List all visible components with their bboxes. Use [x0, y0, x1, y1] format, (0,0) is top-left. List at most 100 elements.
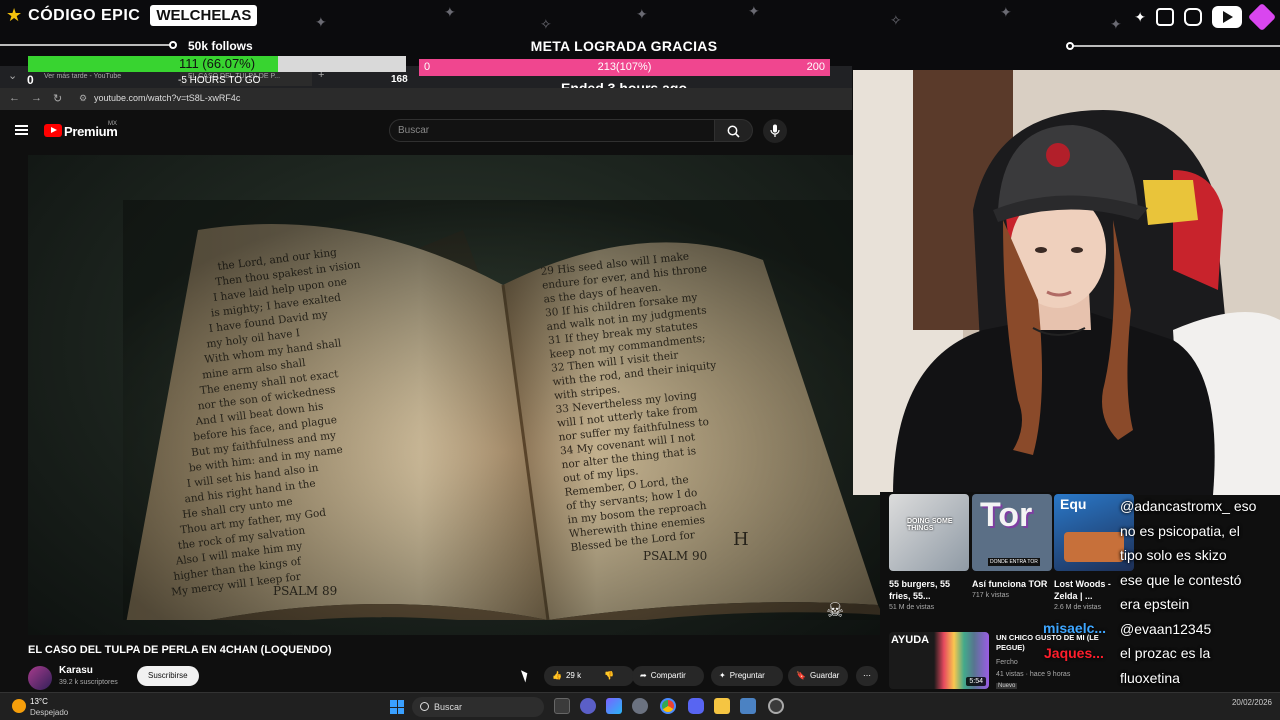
thumbnail-caption: Equ	[1060, 496, 1087, 512]
discord-icon[interactable]	[688, 698, 704, 714]
search-button[interactable]	[715, 119, 753, 142]
channel-name[interactable]: Karasu	[59, 665, 93, 676]
url-field[interactable]: youtube.com/watch?v=tS8L-xwRF4c	[94, 93, 240, 103]
share-button[interactable]: ➦ Compartir	[632, 666, 704, 686]
chat-message-line: fluoxetina	[1120, 669, 1180, 686]
reload-icon[interactable]: ↻	[53, 92, 62, 105]
divider	[1070, 45, 1280, 47]
region-label: MX	[108, 121, 117, 127]
search-input[interactable]	[390, 120, 714, 141]
video-title: EL CASO DEL TULPA DE PERLA EN 4CHAN (LOQ…	[28, 644, 332, 656]
chat-username: Jaques...	[1044, 645, 1104, 661]
site-info-icon[interactable]: ⚙	[79, 93, 87, 104]
chrome-icon[interactable]	[660, 698, 676, 714]
chat-message-line: @adancastromx_ eso	[1120, 498, 1257, 514]
chat-message-line: el prozac es la	[1120, 645, 1211, 661]
gem-icon	[1247, 2, 1277, 32]
windows-taskbar: 13°C Despejado Buscar 20/02/2026	[0, 692, 1280, 720]
instagram-icon	[1184, 8, 1202, 26]
dislike-icon[interactable]: 👎	[604, 666, 614, 686]
share-icon: ➦	[640, 671, 647, 680]
meta-goal-title: META LOGRADA GRACIAS	[530, 38, 718, 54]
sparkle-icon: ✦	[1134, 8, 1146, 25]
divider	[0, 44, 172, 46]
settings-icon[interactable]	[632, 698, 648, 714]
file-explorer-icon[interactable]	[714, 698, 730, 714]
youtube-logo-icon[interactable]	[44, 124, 62, 137]
tab-label: Ver más tarde - YouTube	[44, 73, 122, 80]
follows-progress-bar: 111 (66.07%)	[28, 56, 406, 72]
divider-dot	[1066, 42, 1074, 50]
like-count[interactable]: 29 k	[566, 671, 581, 680]
follows-progress-value: 111 (66.07%)	[178, 56, 256, 71]
youtube-icon	[1212, 6, 1242, 28]
recommendation-title[interactable]: Así funciona TOR	[972, 578, 1052, 590]
copilot-icon[interactable]	[606, 698, 622, 714]
stream-chat: @adancastromx_ eso no es psicopatia, el ti…	[1120, 492, 1280, 710]
channel-subscribers: 39.2 k suscriptores	[59, 679, 118, 686]
brand-badge: WELCHELAS	[150, 5, 258, 26]
subscribe-button[interactable]: Suscribirse	[137, 666, 199, 686]
new-badge: Nuevo	[996, 683, 1018, 689]
weather-temperature: 13°C	[30, 697, 48, 706]
recommendation-card[interactable]: DOING SOME THINGS 55 burgers, 55 fries, …	[889, 494, 969, 611]
chat-message-line: tipo solo es skizo	[1120, 547, 1227, 563]
save-label: Guardar	[809, 671, 840, 680]
ask-label: Preguntar	[729, 671, 765, 680]
social-icons: ✦	[1134, 2, 1277, 32]
channel-brand: ★ CÓDIGO EPIC WELCHELAS	[6, 5, 258, 26]
search-field[interactable]	[389, 119, 715, 142]
browser-address-bar: ← → ↻ ⚙ youtube.com/watch?v=tS8L-xwRF4c	[0, 88, 852, 110]
recommendation-title[interactable]: 55 burgers, 55 fries, 55...	[889, 578, 969, 602]
system-tray-date[interactable]: 20/02/2026	[1232, 698, 1272, 707]
photos-icon[interactable]	[740, 698, 756, 714]
video-vignette	[123, 200, 880, 620]
recommendation-card[interactable]: AYUDA 5:54	[889, 632, 989, 689]
windows-start-icon[interactable]	[390, 700, 404, 714]
share-label: Compartir	[650, 671, 686, 680]
forward-icon[interactable]: →	[31, 92, 42, 104]
back-icon[interactable]: ←	[9, 92, 20, 104]
screen: ✦✦ ✦✧ ✦✦ ✧✦ ✦ ★ CÓDIGO EPIC WELCHELAS ✦ …	[0, 0, 1280, 720]
follows-goal-label: 50k follows	[188, 39, 253, 53]
channel-avatar[interactable]	[28, 666, 52, 690]
follows-start: 0	[27, 73, 34, 87]
follows-time-left: -5 HOURS TO GO	[178, 75, 261, 86]
steam-icon[interactable]	[768, 698, 784, 714]
taskbar-search[interactable]: Buscar	[412, 697, 544, 717]
twitch-icon	[1156, 8, 1174, 26]
meta-value: 213(107%)	[597, 61, 652, 73]
microphone-icon	[770, 124, 780, 137]
recommendations-panel: DOING SOME THINGS 55 burgers, 55 fries, …	[880, 492, 1134, 692]
search-icon	[727, 125, 740, 138]
task-view-icon[interactable]	[554, 698, 570, 714]
weather-description: Despejado	[30, 708, 69, 717]
weather-sun-icon	[12, 699, 26, 713]
chat-message-line: no es psicopatia, el	[1120, 522, 1240, 539]
chat-app-icon[interactable]	[580, 698, 596, 714]
recommendation-channel[interactable]: Fercho	[996, 659, 1018, 666]
chat-message-line: ese que le contestó	[1120, 571, 1242, 588]
recommendation-thumbnail[interactable]: Tor DONDE ENTRA TOR	[972, 494, 1052, 571]
thumbnail-caption: DOING SOME THINGS	[907, 518, 953, 532]
voice-search-button[interactable]	[763, 119, 787, 143]
follows-end: 168	[391, 74, 408, 85]
mouse-cursor-icon	[520, 668, 531, 683]
thumbnail-caption: AYUDA	[891, 634, 930, 646]
chat-message-line: era epstein	[1120, 596, 1190, 612]
recommendation-card[interactable]: Tor DONDE ENTRA TOR Así funciona TOR 717…	[972, 494, 1052, 599]
open-book-illustration: the Lord, and our kingThen thou spakest …	[123, 200, 880, 620]
save-button[interactable]: 🔖 Guardar	[788, 666, 848, 686]
tab-list-icon[interactable]: ⌄	[8, 69, 17, 82]
recommendation-thumbnail[interactable]: DOING SOME THINGS	[889, 494, 969, 571]
brand-name: CÓDIGO EPIC	[28, 6, 141, 24]
more-actions-button[interactable]: ⋯	[856, 666, 878, 686]
skull-watermark-icon: ☠	[826, 600, 844, 622]
webcam-feed	[853, 70, 1280, 495]
like-icon[interactable]: 👍	[552, 666, 562, 686]
like-dislike-group: 👍 29 k 👎	[544, 666, 634, 686]
menu-icon[interactable]	[15, 125, 28, 135]
video-player[interactable]: the Lord, and our kingThen thou spakest …	[28, 155, 880, 635]
ask-button[interactable]: ✦ Preguntar	[711, 666, 783, 686]
recommendation-thumbnail[interactable]: AYUDA 5:54	[889, 632, 989, 689]
